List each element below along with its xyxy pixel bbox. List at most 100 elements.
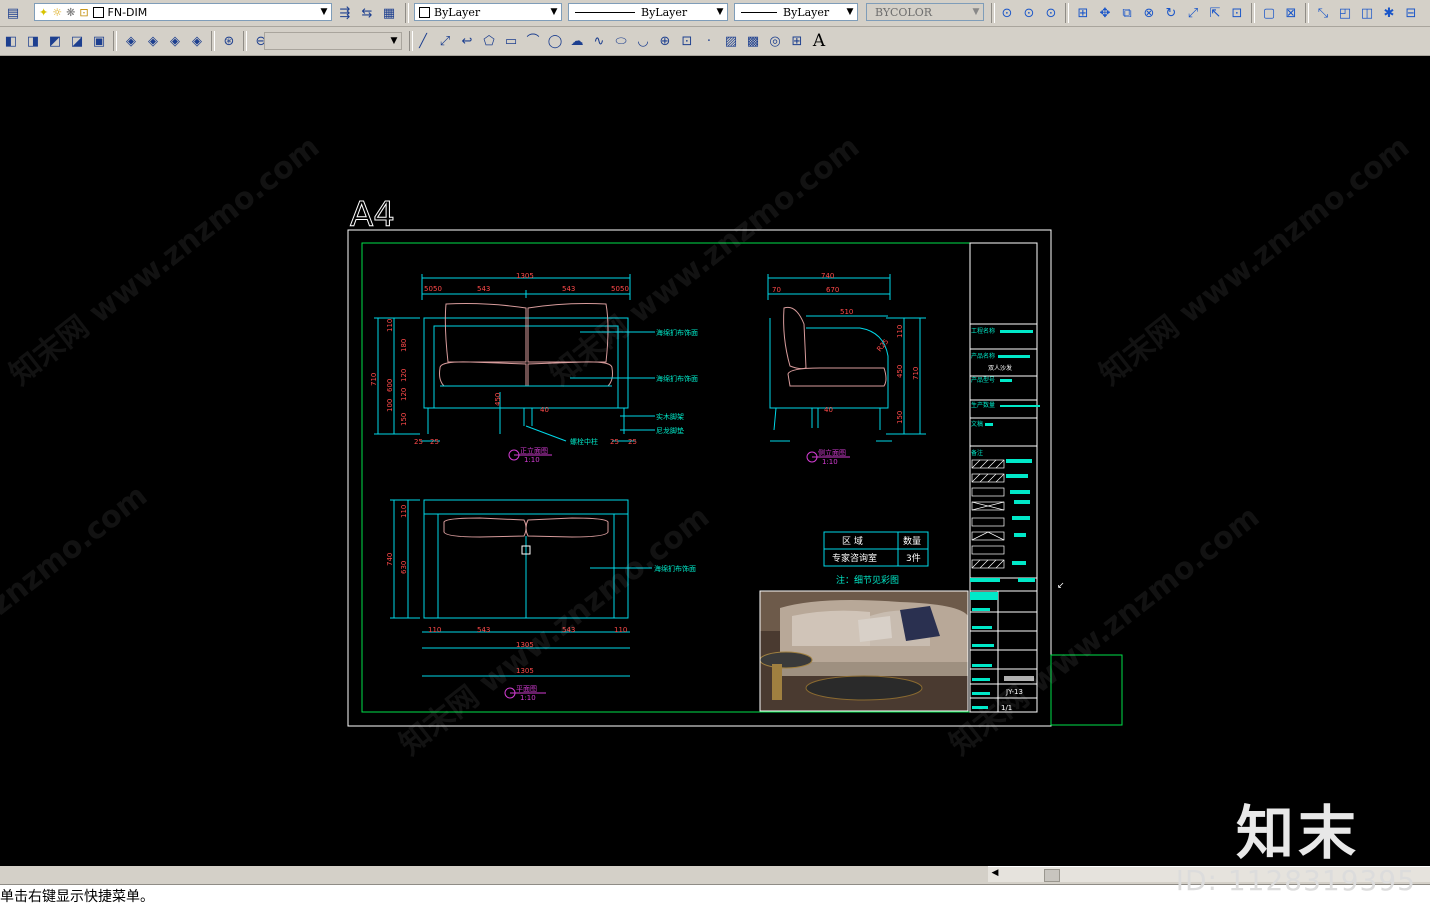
schedule-note: 注：细节见彩图 — [836, 574, 899, 586]
rectangle-icon[interactable]: ▭ — [501, 31, 521, 51]
cube-front-icon[interactable]: ◧ — [1, 31, 21, 51]
ellipse-icon[interactable]: ⬭ — [611, 31, 631, 51]
iso-nw-icon[interactable]: ◈ — [187, 31, 207, 51]
schedule-cell-qty: 3件 — [906, 552, 921, 564]
front-callout-2: 海绵扪布饰面 — [656, 374, 698, 383]
front-overall-dim: 1305 — [516, 272, 534, 280]
layer-dropdown-value: FN-DIM — [107, 5, 148, 19]
chamfer-icon[interactable]: ◫ — [1357, 3, 1377, 23]
watermarks: 知末网 www.znzmo.com 知末网 www.znzmo.com 知末网 … — [0, 129, 1416, 762]
view-dropdown[interactable]: ▼ — [264, 32, 402, 50]
polyline-icon[interactable]: ↩ — [457, 31, 477, 51]
front-left-dim-7: 120 — [400, 388, 408, 401]
side-right-dim-3: 150 — [896, 411, 904, 424]
multiline-text-button[interactable]: A — [809, 31, 829, 51]
view-sw-icon[interactable]: ⊙ — [997, 3, 1017, 23]
plan-view-scale: 1:10 — [520, 694, 536, 702]
polygon-icon[interactable]: ⬠ — [479, 31, 499, 51]
erase-icon[interactable]: ⊗ — [1139, 3, 1159, 23]
cube-top-icon[interactable]: ◨ — [23, 31, 43, 51]
front-callout-1: 海绵扪布饰面 — [656, 328, 698, 337]
color-dropdown[interactable]: ByLayer ▼ — [414, 3, 562, 21]
point-icon[interactable]: · — [699, 31, 719, 51]
front-dim-5: 50 — [611, 285, 620, 293]
color-swatch — [419, 6, 430, 18]
layer-dropdown[interactable]: ✦ ☼ ❋ ⊡ FN-DIM ▼ — [34, 3, 332, 21]
watermark-text: 知末网 www.znzmo.com — [3, 129, 326, 392]
front-view-label: 正立面图 — [520, 446, 548, 455]
move-icon[interactable]: ⊞ — [1073, 3, 1093, 23]
watermark-text: znzmo.com — [0, 478, 154, 622]
side-right-dim-4: 710 — [912, 367, 920, 380]
cube-right-icon[interactable]: ◪ — [67, 31, 87, 51]
stretch-icon[interactable]: ⇱ — [1205, 3, 1225, 23]
cube-back-icon[interactable]: ▣ — [89, 31, 109, 51]
front-dim-2: 50 — [433, 285, 442, 293]
front-seat-dim: 40 — [540, 406, 549, 414]
front-callout-3: 实木脚架 — [656, 412, 684, 421]
view-se-icon[interactable]: ⊙ — [1019, 3, 1039, 23]
circle-icon[interactable]: ◯ — [545, 31, 565, 51]
make-current-layer-icon[interactable]: ⇶ — [335, 3, 355, 23]
rotate-icon[interactable]: ↻ — [1161, 3, 1181, 23]
title-label-model: 产品型号 — [971, 376, 995, 384]
linetype-preview — [575, 11, 635, 13]
fillet-icon[interactable]: ◰ — [1335, 3, 1355, 23]
iso-se-icon[interactable]: ◈ — [143, 31, 163, 51]
layer-states-icon[interactable]: ▦ — [379, 3, 399, 23]
extend-icon[interactable]: ⤡ — [1313, 3, 1333, 23]
mirror-icon[interactable]: ⧉ — [1117, 3, 1137, 23]
front-left-dim-6: 100 — [386, 399, 394, 412]
scroll-left-icon[interactable]: ◀ — [988, 868, 1002, 881]
gradient-icon[interactable]: ▩ — [743, 31, 763, 51]
layer-previous-icon[interactable]: ⇆ — [357, 3, 377, 23]
cube-left-icon[interactable]: ◩ — [45, 31, 65, 51]
iso-sw-icon[interactable]: ◈ — [121, 31, 141, 51]
scale-icon[interactable]: ⤢ — [1183, 3, 1203, 23]
chevron-down-icon: ▼ — [972, 7, 980, 17]
spline-icon[interactable]: ∿ — [589, 31, 609, 51]
region-icon[interactable]: ◎ — [765, 31, 785, 51]
trim-icon[interactable]: ⊠ — [1281, 3, 1301, 23]
front-left-dim-4: 180 — [400, 339, 408, 352]
iso-ne-icon[interactable]: ◈ — [165, 31, 185, 51]
offset-icon[interactable]: ▢ — [1259, 3, 1279, 23]
separator — [991, 3, 995, 23]
plan-dim-4: 110 — [614, 626, 627, 634]
revcloud-icon[interactable]: ☁ — [567, 31, 587, 51]
lineweight-dropdown[interactable]: ByLayer ▼ — [734, 3, 858, 21]
properties-icon[interactable]: ⊟ — [1401, 3, 1421, 23]
table-icon[interactable]: ⊞ — [787, 31, 807, 51]
construction-line-icon[interactable]: ⤢ — [435, 31, 455, 51]
plotstyle-dropdown-value: BYCOLOR — [875, 5, 932, 19]
camera-icon[interactable]: ⊛ — [219, 31, 239, 51]
plan-view-label: 平面图 — [516, 685, 537, 693]
array-icon[interactable]: ⊡ — [1227, 3, 1247, 23]
scrollbar-thumb[interactable] — [1044, 869, 1060, 882]
hatch-icon[interactable]: ▨ — [721, 31, 741, 51]
side-overall-dim: 740 — [821, 272, 834, 280]
side-view-scale: 1:10 — [822, 458, 838, 466]
linetype-dropdown[interactable]: ByLayer ▼ — [568, 3, 728, 21]
copy-icon[interactable]: ✥ — [1095, 3, 1115, 23]
title-label-product: 产品名称 — [971, 352, 995, 360]
make-block-icon[interactable]: ⊡ — [677, 31, 697, 51]
line-icon[interactable]: ╱ — [413, 31, 433, 51]
layer-manager-icon[interactable]: ▤ — [3, 3, 23, 23]
command-prompt-text: 单击右键显示快捷菜单。 — [0, 889, 154, 905]
drawing-canvas[interactable]: .cy { stroke:#00d8e8; fill:none; stroke-… — [0, 56, 1430, 866]
insert-block-icon[interactable]: ⊕ — [655, 31, 675, 51]
front-left-dim-5: 120 — [400, 369, 408, 382]
front-dim-3: 543 — [477, 285, 490, 293]
title-value-product: 双人沙发 — [988, 364, 1012, 372]
front-foot-dim-2: 25 — [430, 438, 439, 446]
title-block: 工程名称 产品名称 双人沙发 产品型号 生产数量 文稿 备注 JY-13 1/1 — [969, 242, 1040, 713]
arc-icon[interactable]: ⌒ — [523, 31, 543, 51]
front-left-dim-2: 600 — [386, 379, 394, 392]
watermark-logo: 知末 — [1236, 799, 1361, 867]
toolbar-row-draw: ◧ ◨ ◩ ◪ ▣ ◈ ◈ ◈ ◈ ⊛ ⊖ ▼ ╱ ⤢ ↩ ⬠ ▭ ⌒ ◯ ☁ … — [0, 27, 1430, 56]
explode-icon[interactable]: ✱ — [1379, 3, 1399, 23]
sheet-size-label: A4 — [350, 195, 395, 235]
ellipse-arc-icon[interactable]: ◡ — [633, 31, 653, 51]
view-ne-icon[interactable]: ⊙ — [1041, 3, 1061, 23]
